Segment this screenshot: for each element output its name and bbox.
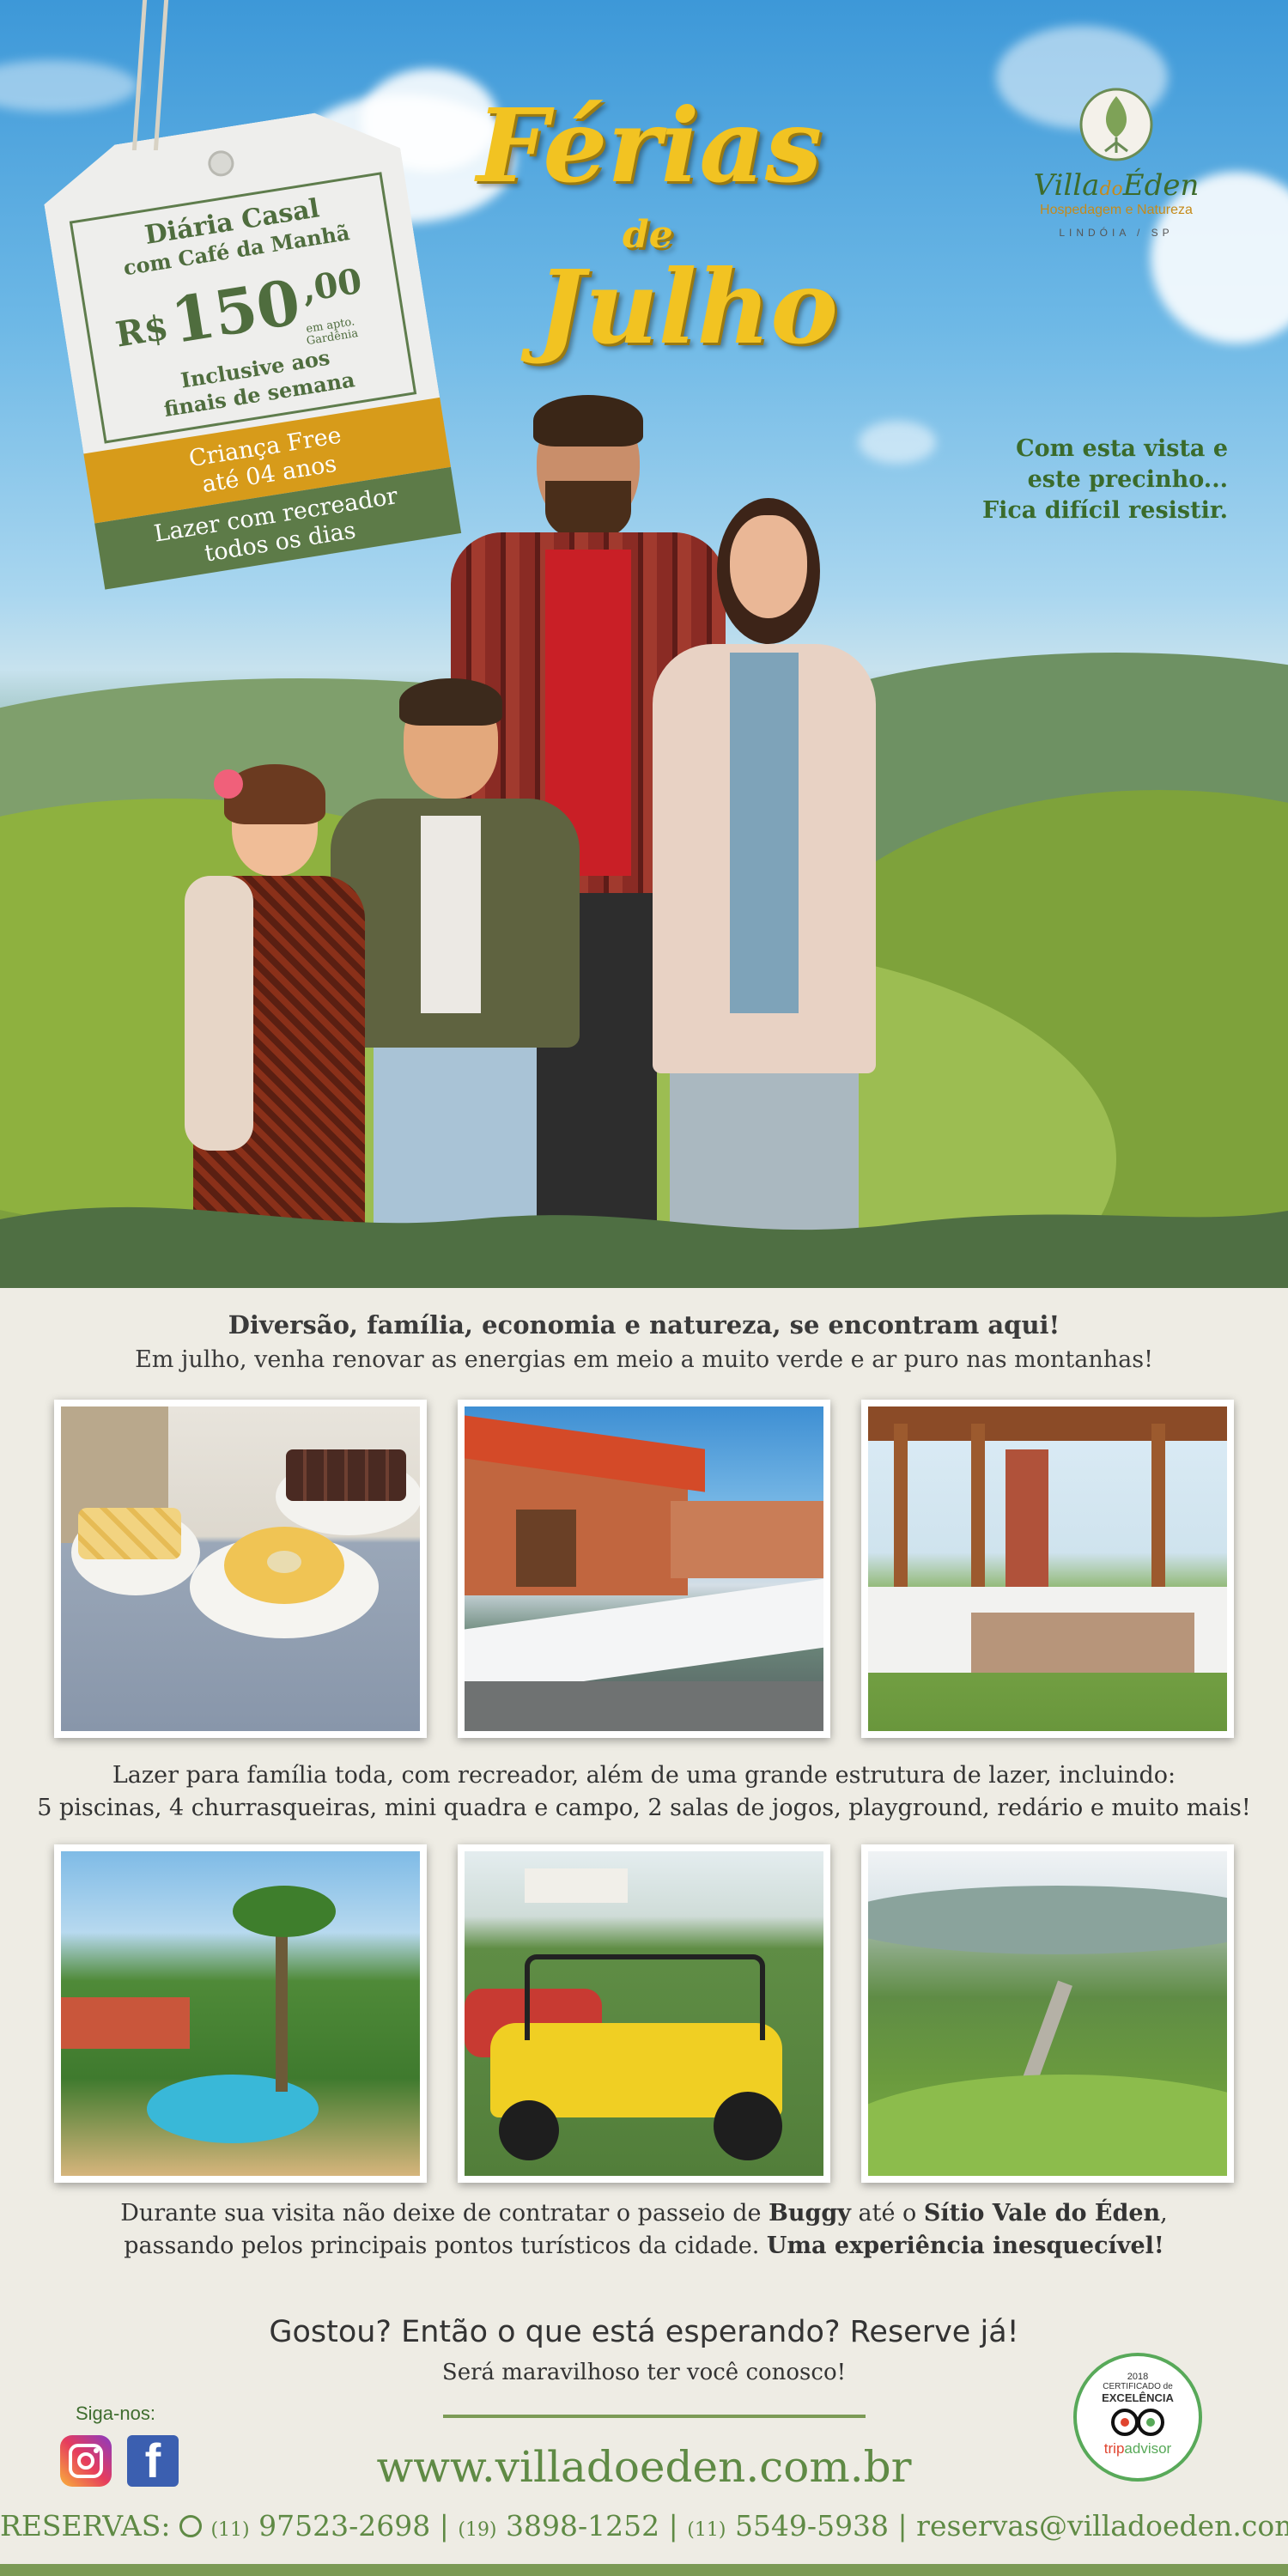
photo-chalets[interactable]: [458, 1400, 830, 1738]
tripadvisor-brand-trip: trip: [1103, 2440, 1125, 2457]
tag-string: [131, 0, 169, 150]
family-mother: [635, 489, 893, 1245]
intro-body: Em julho, venha renovar as energias em m…: [135, 1346, 1153, 1373]
logo-name-eden: Éden: [1122, 168, 1200, 203]
logo-city: LINDÓIA / SP: [1059, 227, 1174, 239]
tagline-line-3: Fica difícil resistir.: [981, 497, 1228, 524]
tripadvisor-brand: tripadvisor: [1077, 2440, 1199, 2458]
phone-1-ddd: (11): [210, 2519, 250, 2541]
phone-2-ddd: (19): [458, 2519, 497, 2541]
buggy-line-1: Durante sua visita não deixe de contrata…: [0, 2200, 1288, 2227]
bottom-strip: [0, 2564, 1288, 2576]
leisure-line-1: Lazer para família toda, com recreador, …: [112, 1762, 1176, 1789]
buggy-text-a: Durante sua visita não deixe de contrata…: [120, 2200, 769, 2227]
social-label: Siga-nos:: [76, 2403, 155, 2424]
photo-gazebo[interactable]: [861, 1400, 1234, 1738]
tripadvisor-year: 2018: [1127, 2372, 1149, 2382]
hero-bottom-wave: [0, 1206, 1288, 1288]
photo-pool-area[interactable]: [54, 1844, 427, 2183]
whatsapp-icon: [179, 2515, 202, 2537]
leisure-line-2: 5 piscinas, 4 churrasqueiras, mini quadr…: [37, 1795, 1251, 1821]
reservations-bar: RESERVAS: (11) 97523-2698 | (19) 3898-12…: [0, 2509, 1288, 2543]
logo-name-do: do: [1099, 179, 1123, 200]
title-ferias: Férias: [477, 86, 823, 205]
photo-buggy[interactable]: [458, 1844, 830, 2183]
tripadvisor-badge[interactable]: 2018 CERTIFICADO de EXCELÊNCIA tripadvis…: [1073, 2353, 1202, 2482]
buggy-text-sitio: Sítio Vale do Éden: [923, 2200, 1161, 2227]
hero-tagline: Com esta vista e este precinho... Fica d…: [953, 434, 1228, 526]
cloud: [859, 421, 936, 464]
logo-subtitle: Hospedagem e Natureza: [1040, 203, 1193, 217]
tripadvisor-excellence: EXCELÊNCIA: [1102, 2391, 1174, 2404]
family-girl: [185, 764, 374, 1245]
buggy-text-c: até o: [850, 2200, 924, 2227]
buggy-line-2: passando pelos principais pontos turísti…: [0, 2233, 1288, 2259]
currency: R$: [112, 307, 172, 355]
hero-title: Férias de Julho: [477, 86, 854, 412]
phone-1[interactable]: 97523-2698: [258, 2509, 430, 2543]
title-julho: Julho: [537, 247, 838, 367]
reservations-label: RESERVAS:: [0, 2509, 171, 2543]
tree-emblem-icon: [1079, 88, 1153, 161]
tripadvisor-brand-advisor: advisor: [1124, 2440, 1172, 2457]
villa-do-eden-logo[interactable]: VilladoÉden Hospedagem e Natureza LINDÓI…: [1018, 86, 1215, 258]
price-tag: Diária Casal com Café da Manhã R$ 150 ,0…: [37, 100, 462, 589]
phone-3-ddd: (11): [687, 2519, 726, 2541]
logo-name: VilladoÉden: [1018, 168, 1215, 203]
owl-icon: [1111, 2409, 1164, 2436]
cta-title: Gostou? Então o que está esperando? Rese…: [269, 2315, 1019, 2349]
logo-name-villa: Villa: [1033, 168, 1100, 203]
price-amount: 150: [166, 264, 306, 358]
buggy-text-unforgettable: Uma experiência inesquecível!: [766, 2233, 1164, 2259]
tripadvisor-cert: CERTIFICADO de: [1103, 2382, 1173, 2391]
intro-heading: Diversão, família, economia e natureza, …: [228, 1310, 1060, 1340]
cloud: [0, 60, 137, 112]
buggy-text-e: ,: [1160, 2200, 1168, 2227]
footer-divider: [443, 2415, 866, 2418]
phone-3[interactable]: 5549-5938: [735, 2509, 889, 2543]
buggy-text-buggy: Buggy: [769, 2200, 851, 2227]
tagline-line-2: este precinho...: [1027, 466, 1228, 493]
phone-2[interactable]: 3898-1252: [506, 2509, 659, 2543]
hero-banner: Diária Casal com Café da Manhã R$ 150 ,0…: [0, 0, 1288, 1288]
photo-breakfast-buffet[interactable]: [54, 1400, 427, 1738]
buggy-text-f: passando pelos principais pontos turísti…: [124, 2233, 767, 2259]
reservations-email[interactable]: reservas@villadoeden.com.br: [916, 2509, 1288, 2543]
tagline-line-1: Com esta vista e: [1016, 435, 1228, 462]
price-cents: ,00: [299, 260, 365, 311]
photo-valley[interactable]: [861, 1844, 1234, 2183]
